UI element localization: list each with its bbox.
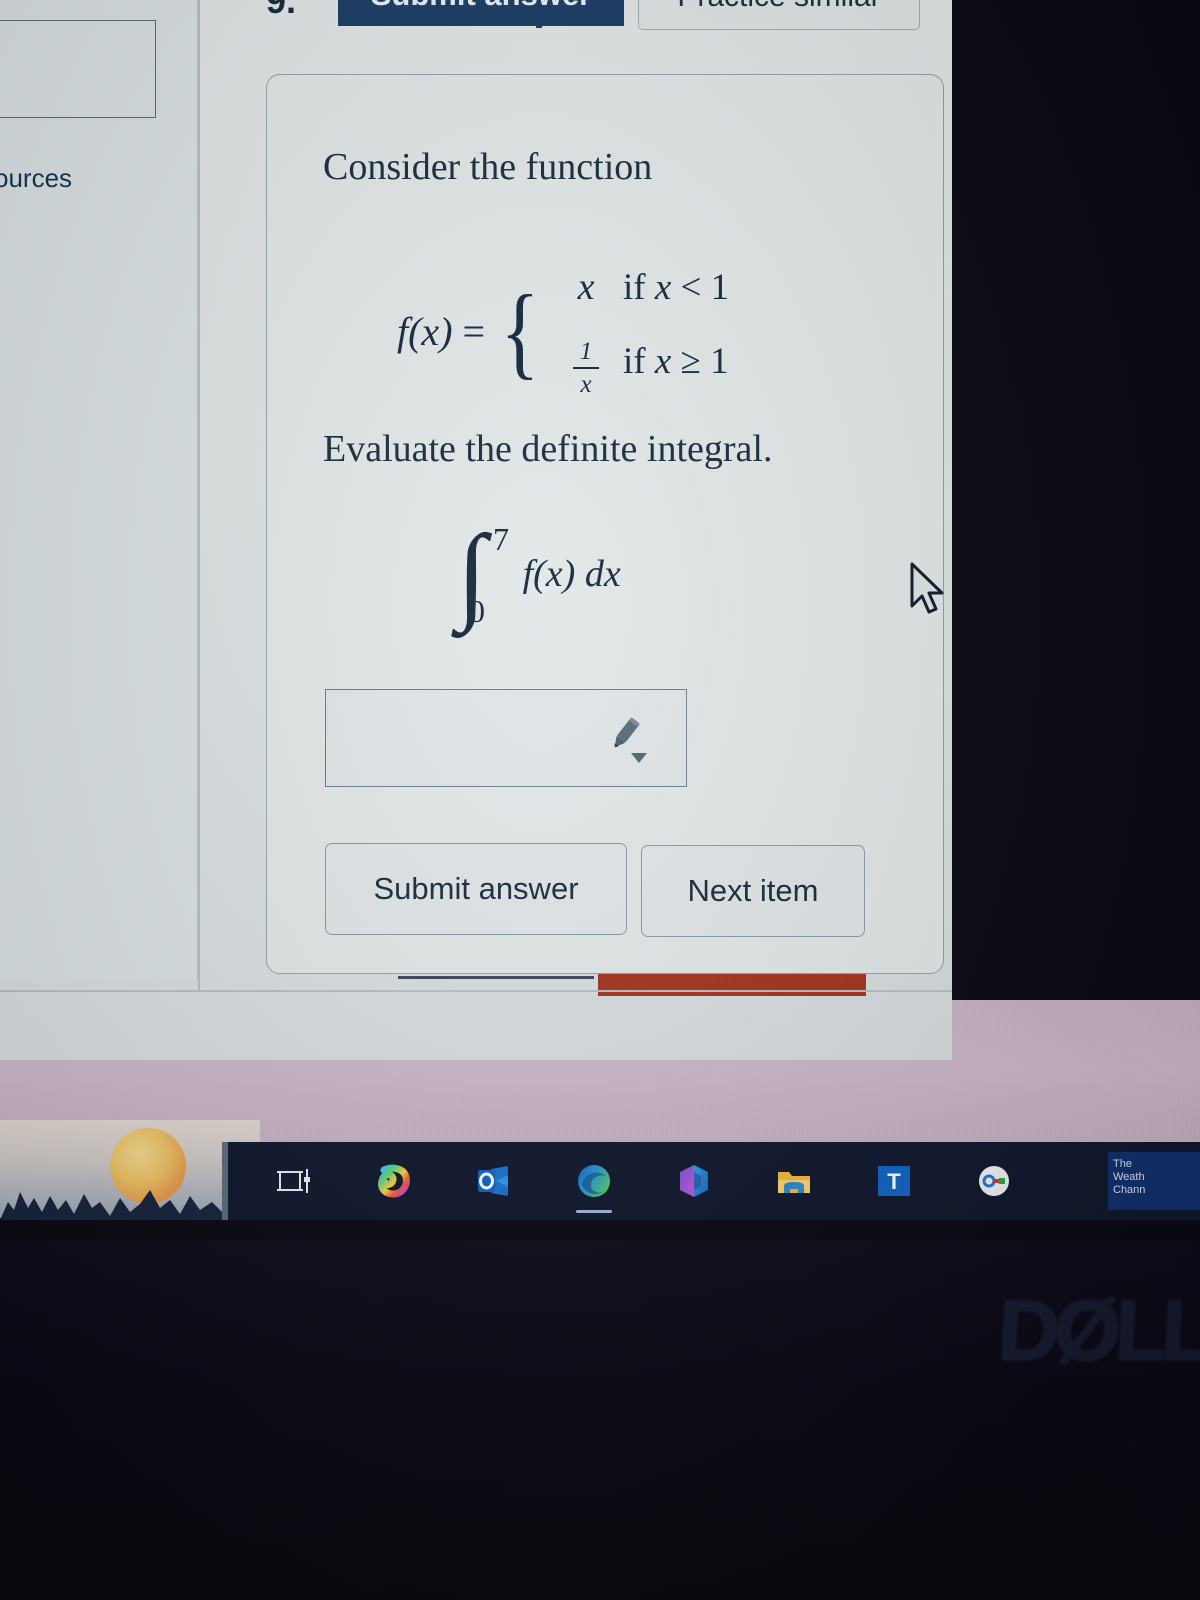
browser-button[interactable] (960, 1142, 1028, 1220)
fraction-numerator: 1 (579, 338, 593, 365)
microsoft-365-icon (680, 1165, 708, 1197)
oem-logo: DØLL (995, 1283, 1200, 1379)
outlook-button[interactable] (460, 1142, 528, 1220)
piecewise-case-row: x if x < 1 (549, 265, 730, 309)
case-condition: if x < 1 (623, 266, 729, 309)
weather-channel-widget[interactable]: The Weath Chann (1108, 1152, 1200, 1210)
edge-button[interactable] (560, 1142, 628, 1220)
nav-box-outline (0, 20, 156, 118)
task-view-icon (277, 1169, 310, 1193)
piecewise-case-row: 1 x if x ≥ 1 (549, 325, 729, 398)
background-alert-bar (598, 974, 866, 996)
microsoft-365-button[interactable] (660, 1142, 728, 1220)
case-relation: < (680, 266, 702, 308)
teams-icon: T (878, 1166, 910, 1196)
prompt-evaluate-integral: Evaluate the definite integral. (323, 428, 773, 470)
left-brace-icon: { (500, 273, 540, 389)
fraction-denominator: x (580, 371, 592, 398)
practice-similar-button[interactable]: Practice similar (638, 0, 920, 30)
weather-line-1: The (1113, 1158, 1132, 1170)
window-edge-seam (0, 990, 952, 992)
chrome-icon (979, 1166, 1009, 1196)
monitor-photo: DØLL ources 9. Submit answer Practice si… (0, 0, 1200, 1600)
outlook-icon (478, 1166, 508, 1196)
file-explorer-button[interactable] (760, 1142, 828, 1220)
fraction-bar (573, 367, 599, 369)
case-variable: x (654, 341, 672, 382)
weather-line-2: Weath (1113, 1171, 1145, 1183)
definite-integral-expression: ∫ 7 0 f(x) dx (457, 514, 621, 633)
panel-divider (198, 0, 200, 990)
integral-lower-limit: 0 (469, 593, 485, 630)
copilot-button[interactable] (360, 1142, 428, 1220)
question-card: Consider the function f(x) = { x if x < … (266, 74, 944, 974)
edge-icon (578, 1165, 610, 1197)
pencil-icon[interactable] (605, 715, 651, 765)
submit-answer-button-top[interactable]: Submit answer (338, 0, 624, 26)
tree-silhouette-graphic (0, 1178, 250, 1220)
sidebar-item-resources[interactable]: ources (0, 163, 72, 194)
question-toolbar: 9. Submit answer Practice similar (198, 0, 952, 46)
left-navigation-panel: ources (0, 0, 198, 980)
task-view-button[interactable] (260, 1142, 328, 1220)
question-number: 9. (266, 0, 297, 21)
integral-sign-icon: ∫ 7 0 (457, 514, 509, 633)
case-value: 1 x (549, 325, 623, 398)
case-value: x (577, 266, 595, 308)
case-variable: x (654, 266, 672, 308)
svg-text:T: T (887, 1169, 901, 1194)
case-if-word: if (623, 341, 646, 382)
integrand: f(x) dx (522, 553, 621, 596)
piecewise-function-expression: f(x) = { x if x < 1 1 x if x ≥ 1 (397, 265, 729, 398)
next-item-button[interactable]: Next item (641, 845, 865, 937)
case-condition: if x ≥ 1 (623, 340, 729, 383)
fraction: 1 x (573, 338, 599, 398)
integral-upper-limit: 7 (493, 521, 509, 557)
function-name: f(x) (397, 309, 453, 354)
equals-sign: = (462, 309, 486, 354)
submit-answer-button[interactable]: Submit answer (325, 843, 627, 935)
weather-line-3: Chann (1113, 1184, 1146, 1196)
background-rule (398, 976, 594, 979)
windows-taskbar: T (228, 1142, 1200, 1220)
prompt-consider-function: Consider the function (323, 146, 653, 188)
case-if-word: if (623, 266, 646, 308)
copilot-icon (378, 1164, 410, 1198)
browser-window: ources 9. Submit answer Practice similar… (0, 0, 952, 1060)
case-relation: ≥ (680, 341, 701, 382)
case-rhs: 1 (710, 341, 729, 382)
case-rhs: 1 (710, 266, 730, 308)
file-explorer-icon (778, 1172, 810, 1193)
mouse-cursor (908, 562, 948, 620)
teams-button[interactable]: T (860, 1142, 928, 1220)
